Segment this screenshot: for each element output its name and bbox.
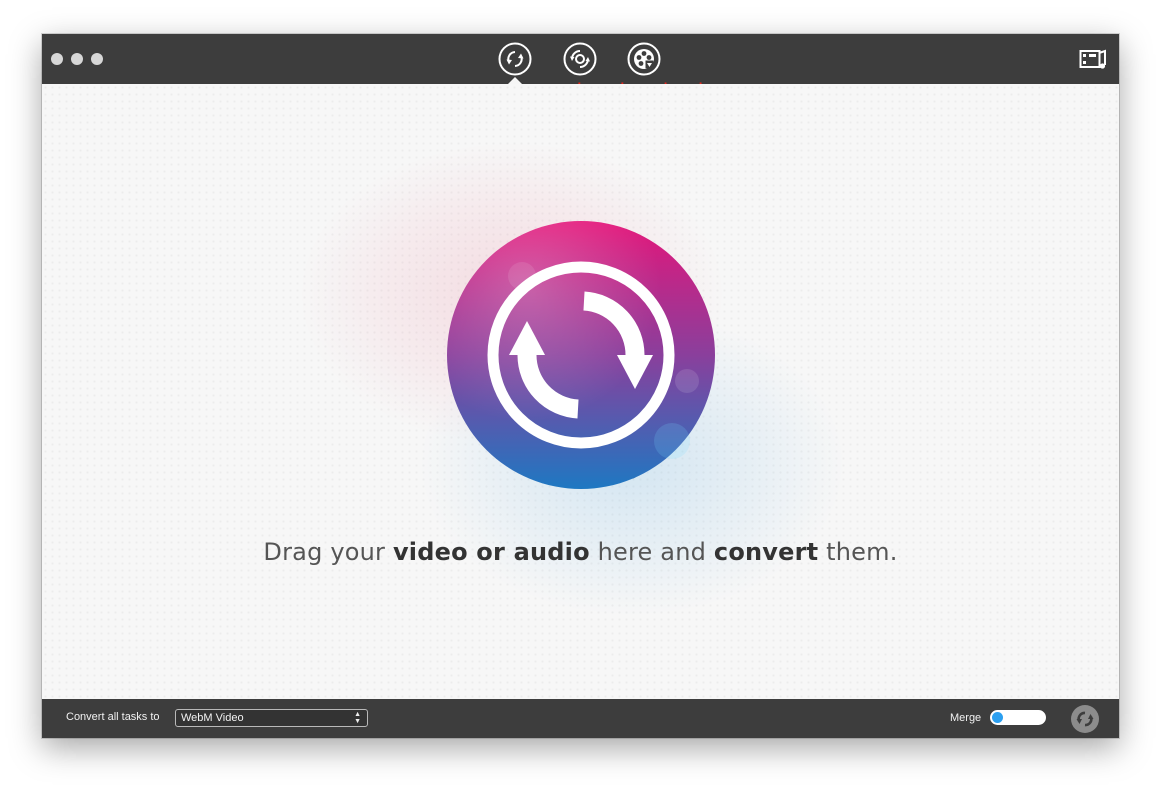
convert-hero-icon[interactable]: [447, 221, 715, 489]
drop-instructions: Drag your video or audio here and conver…: [42, 538, 1119, 566]
drop-zone[interactable]: Drag your video or audio here and conver…: [42, 84, 1119, 699]
drop-text-bold: convert: [713, 538, 819, 566]
rip-mode-button[interactable]: [563, 42, 597, 76]
convert-all-label: Convert all tasks to: [66, 711, 160, 723]
drop-text-part: them.: [818, 538, 898, 566]
output-format-select[interactable]: WebM Video ▲ ▼: [175, 709, 368, 727]
convert-icon: [498, 42, 532, 76]
merge-toggle-knob: [992, 712, 1003, 723]
media-browser-button[interactable]: [1079, 47, 1107, 73]
merge-toggle[interactable]: [990, 710, 1046, 725]
disc-rip-icon: [563, 42, 597, 76]
app-window: convert rip download: [42, 34, 1119, 738]
convert-mode-button[interactable]: [498, 42, 532, 76]
bottom-bar: Convert all tasks to WebM Video ▲ ▼ Merge: [42, 699, 1119, 738]
select-arrows-icon: ▲ ▼: [354, 711, 361, 725]
merge-label: Merge: [950, 712, 982, 724]
start-convert-button[interactable]: [1070, 704, 1100, 734]
film-download-icon: [627, 42, 661, 76]
drop-text-bold: video or audio: [392, 538, 590, 566]
title-bar: [42, 34, 1119, 84]
zoom-window-button[interactable]: [91, 53, 103, 65]
download-mode-button[interactable]: [627, 42, 661, 76]
drop-text-part: Drag your: [263, 538, 393, 566]
drop-text-part: here and: [589, 538, 714, 566]
media-browser-icon: [1079, 49, 1106, 69]
output-format-value: WebM Video: [181, 712, 244, 724]
window-controls: [51, 53, 103, 65]
close-window-button[interactable]: [51, 53, 63, 65]
minimize-window-button[interactable]: [71, 53, 83, 65]
